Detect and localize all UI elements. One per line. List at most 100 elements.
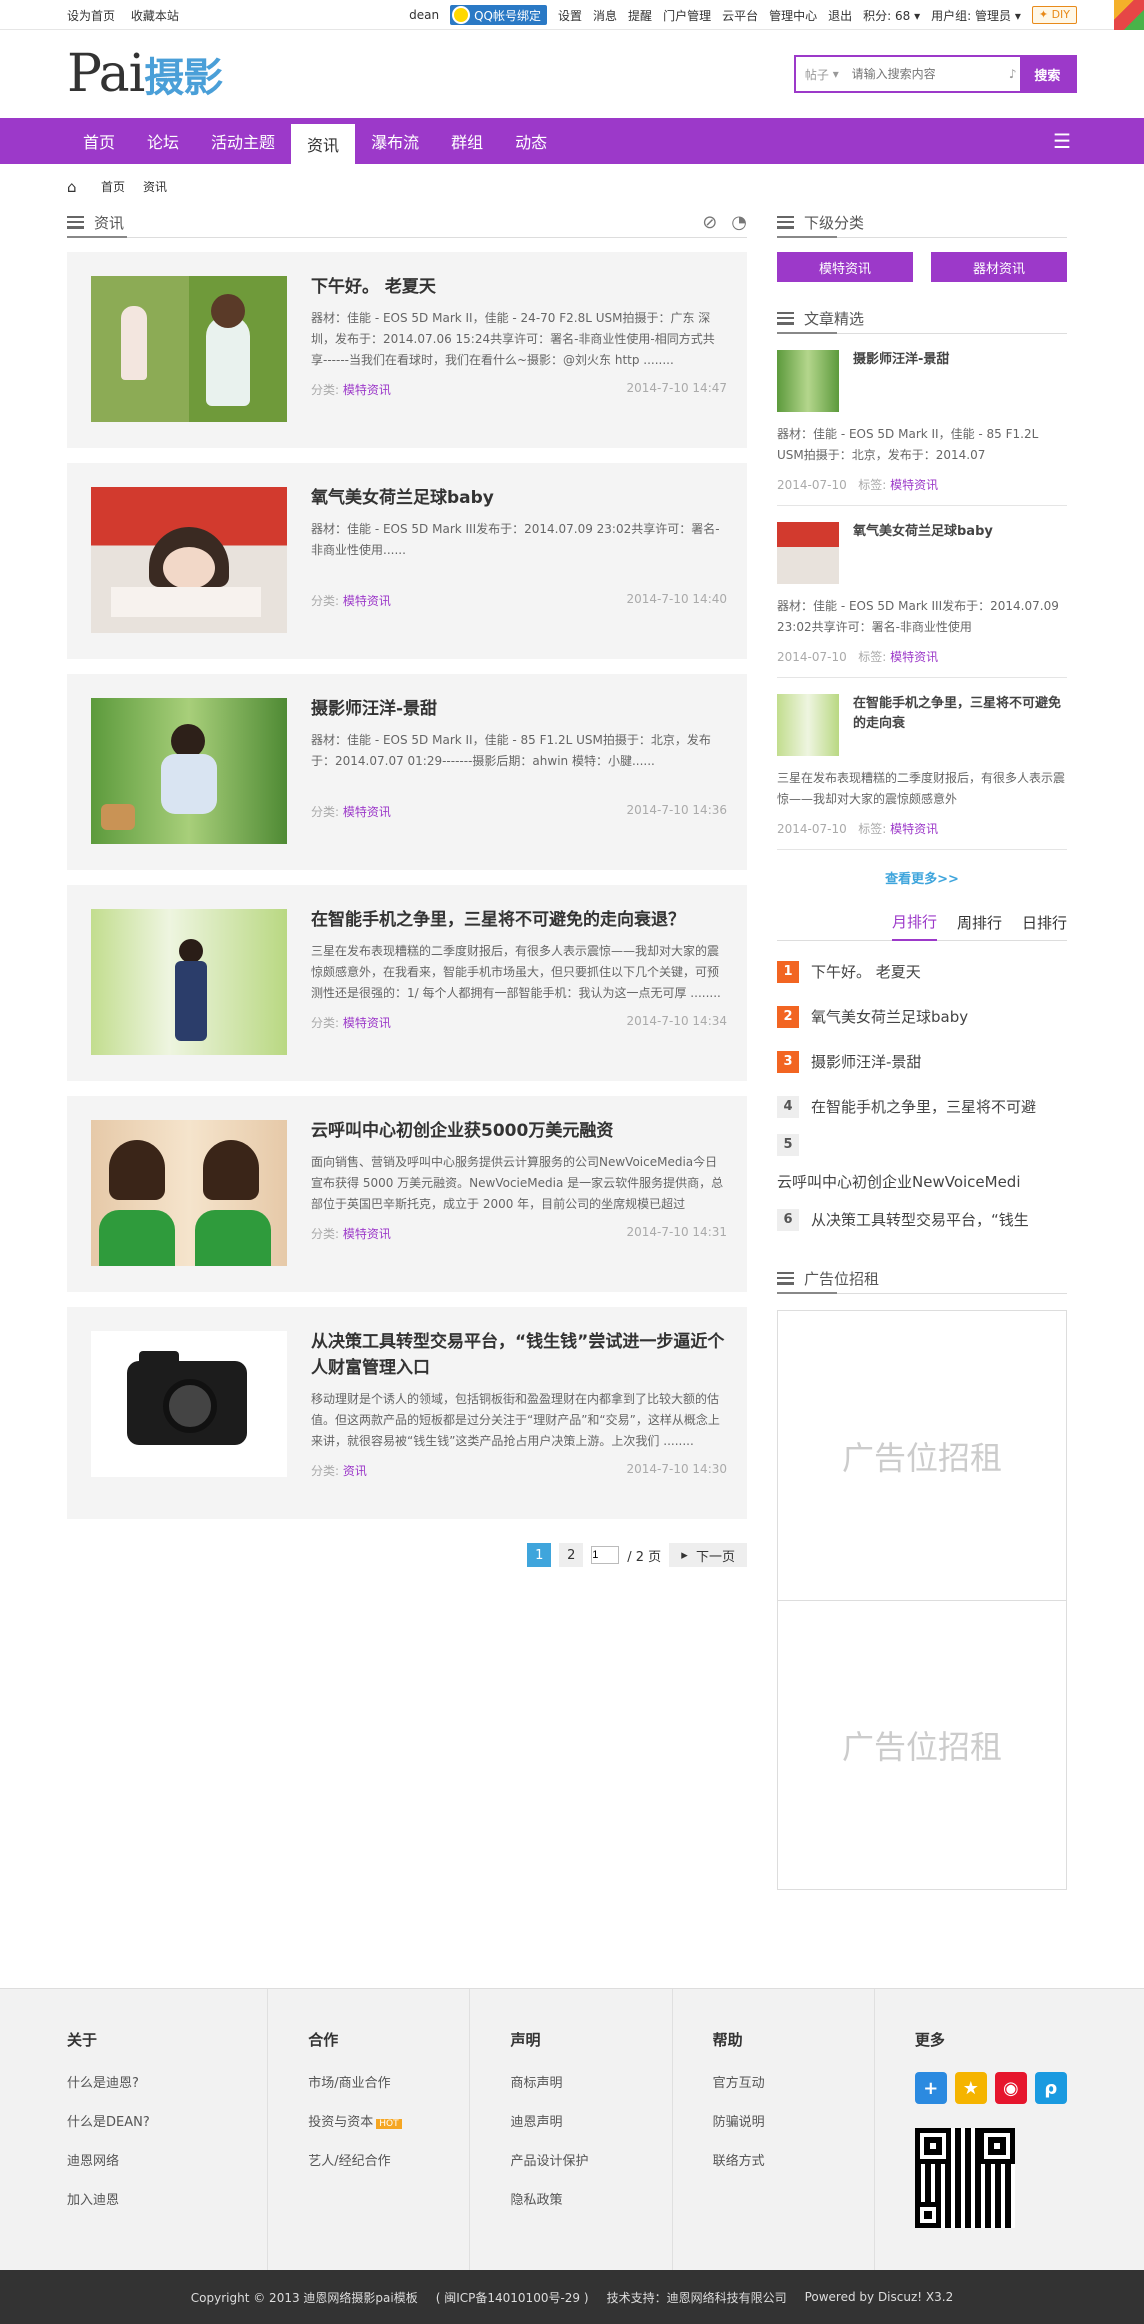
menu-icon[interactable]: ☰ — [1053, 118, 1077, 164]
set-homepage-link[interactable]: 设为首页 — [67, 9, 115, 23]
rss-icon[interactable]: ◔ — [731, 212, 747, 233]
nav-item-home[interactable]: 首页 — [67, 118, 131, 164]
breadcrumb-home[interactable]: 首页 — [101, 178, 125, 195]
color-switch-icon[interactable] — [1114, 0, 1144, 30]
admin-center-link[interactable]: 管理中心 — [769, 7, 817, 24]
list-item[interactable]: 5 云呼叫中心初创企业NewVoiceMedi — [777, 1129, 1067, 1197]
post-category[interactable]: 模特资讯 — [343, 1225, 391, 1242]
list-item[interactable]: 2 氧气美女荷兰足球baby — [777, 994, 1067, 1039]
weibo-icon[interactable]: ◉ — [994, 2072, 1027, 2104]
featured-tag[interactable]: 模特资讯 — [890, 822, 938, 836]
portal-admin-link[interactable]: 门户管理 — [663, 7, 711, 24]
post-title[interactable]: 云呼叫中心初创企业获5000万美元融资 — [311, 1118, 727, 1144]
messages-link[interactable]: 消息 — [593, 7, 617, 24]
footer-link[interactable]: 艺人/经纪合作 — [308, 2150, 469, 2169]
post-title[interactable]: 在智能手机之争里，三星将不可避免的走向衰退？ — [311, 907, 727, 933]
bookmark-link[interactable]: 收藏本站 — [131, 9, 179, 23]
subcat-model-news[interactable]: 模特资讯 — [777, 252, 913, 282]
footer-link[interactable]: 商标声明 — [510, 2072, 671, 2091]
nav-item-waterfall[interactable]: 瀑布流 — [355, 118, 435, 164]
username-link[interactable]: dean — [409, 8, 439, 22]
nav-item-events[interactable]: 活动主题 — [195, 118, 291, 164]
page-1[interactable]: 1 — [527, 1543, 552, 1567]
view-more-link[interactable]: 查看更多>> — [777, 850, 1067, 905]
featured-tag[interactable]: 模特资讯 — [890, 478, 938, 492]
subcat-gear-news[interactable]: 器材资讯 — [931, 252, 1067, 282]
category-label: 分类: — [311, 1016, 340, 1030]
search-type-select[interactable]: 帖子 ▾ — [796, 57, 848, 91]
page-2[interactable]: 2 — [559, 1543, 584, 1567]
ad-slot[interactable]: 广告位招租 — [778, 1600, 1066, 1889]
post-category[interactable]: 模特资讯 — [343, 803, 391, 820]
post-thumbnail[interactable] — [91, 1331, 287, 1477]
post-title[interactable]: 下午好。 老夏天 — [311, 274, 727, 300]
qq-bind-button[interactable]: QQ帐号绑定 — [450, 5, 548, 25]
post-category[interactable]: 模特资讯 — [343, 381, 391, 398]
post-category[interactable]: 模特资讯 — [343, 1014, 391, 1031]
list-item[interactable]: 3 摄影师汪洋-景甜 — [777, 1039, 1067, 1084]
post-category[interactable]: 资讯 — [343, 1462, 367, 1479]
featured-tag[interactable]: 模特资讯 — [890, 650, 938, 664]
tab-daily[interactable]: 日排行 — [1022, 912, 1067, 933]
post-thumbnail[interactable] — [91, 909, 287, 1055]
footer-link[interactable]: 加入迪恩 — [67, 2189, 267, 2208]
points-menu[interactable]: 积分: 68 ▾ — [863, 7, 920, 24]
footer-link[interactable]: 产品设计保护 — [510, 2150, 671, 2169]
footer-link[interactable]: 防骗说明 — [713, 2111, 874, 2130]
list-item[interactable]: 6 从决策工具转型交易平台，“钱生 — [777, 1197, 1067, 1242]
featured-title[interactable]: 氧气美女荷兰足球baby — [853, 522, 993, 584]
post-thumbnail[interactable] — [91, 698, 287, 844]
home-icon[interactable]: ⌂ — [67, 178, 83, 196]
logout-link[interactable]: 退出 — [828, 7, 852, 24]
tab-monthly[interactable]: 月排行 — [891, 905, 937, 941]
list-item[interactable]: 1 下午好。 老夏天 — [777, 949, 1067, 994]
ad-slot[interactable]: 广告位招租 — [778, 1311, 1066, 1600]
featured-thumbnail[interactable] — [777, 350, 839, 412]
nav-item-news[interactable]: 资讯 — [291, 124, 356, 164]
qzone-star-icon[interactable]: ★ — [954, 2072, 987, 2104]
search-button[interactable]: 搜索 — [1019, 57, 1075, 91]
compass-icon[interactable]: ⊘ — [702, 212, 717, 233]
list-item[interactable]: 4 在智能手机之争里，三星将不可避 — [777, 1084, 1067, 1129]
post-thumbnail[interactable] — [91, 1120, 287, 1266]
post-thumbnail[interactable] — [91, 276, 287, 422]
footer-link[interactable]: 联络方式 — [713, 2150, 874, 2169]
user-group-menu[interactable]: 用户组: 管理员 ▾ — [931, 7, 1021, 24]
footer-link[interactable]: 投资与资本 HOT — [308, 2111, 469, 2130]
nav-item-forum[interactable]: 论坛 — [131, 118, 195, 164]
post-title[interactable]: 摄影师汪洋-景甜 — [311, 696, 727, 722]
featured-thumbnail[interactable] — [777, 522, 839, 584]
tab-weekly[interactable]: 周排行 — [957, 912, 1002, 933]
post-title[interactable]: 从决策工具转型交易平台，“钱生钱”尝试进一步逼近个人财富管理入口 — [311, 1329, 727, 1381]
diy-button[interactable]: ✦ DIY — [1031, 6, 1077, 24]
microphone-icon[interactable]: ♪ — [1006, 57, 1020, 91]
cloud-platform-link[interactable]: 云平台 — [722, 7, 758, 24]
footer-link[interactable]: 官方互动 — [713, 2072, 874, 2091]
icp-link[interactable]: ( 闽ICP备14010100号-29 ) — [436, 2289, 589, 2306]
settings-link[interactable]: 设置 — [558, 7, 582, 24]
tencent-weibo-icon[interactable]: ρ — [1034, 2072, 1067, 2104]
nav-item-groups[interactable]: 群组 — [435, 118, 499, 164]
featured-title[interactable]: 摄影师汪洋-景甜 — [853, 350, 949, 412]
post-thumbnail[interactable] — [91, 487, 287, 633]
footer-link[interactable]: 什么是迪恩? — [67, 2072, 267, 2091]
list-icon — [777, 1272, 794, 1285]
featured-title[interactable]: 在智能手机之争里，三星将不可避免的走向衰 — [853, 694, 1067, 756]
site-logo[interactable]: Pai摄影 — [67, 48, 223, 100]
notifications-link[interactable]: 提醒 — [628, 7, 652, 24]
page-jump-input[interactable] — [591, 1546, 620, 1564]
footer-link[interactable]: 隐私政策 — [510, 2189, 671, 2208]
post-category[interactable]: 模特资讯 — [343, 592, 391, 609]
next-page-button[interactable]: ▸ 下一页 — [669, 1543, 747, 1567]
nav-item-feed[interactable]: 动态 — [499, 118, 563, 164]
featured-thumbnail[interactable] — [777, 694, 839, 756]
footer-link[interactable]: 迪恩声明 — [510, 2111, 671, 2130]
search-input[interactable] — [847, 57, 1006, 91]
footer-link[interactable]: 市场/商业合作 — [308, 2072, 469, 2091]
post-title[interactable]: 氧气美女荷兰足球baby — [311, 485, 727, 511]
plus-share-icon[interactable]: + — [914, 2072, 947, 2104]
footer-link[interactable]: 迪恩网络 — [67, 2150, 267, 2169]
powered-by-link[interactable]: Powered by Discuz! X3.2 — [805, 2290, 954, 2304]
breadcrumb-news[interactable]: 资讯 — [143, 178, 167, 195]
footer-link[interactable]: 什么是DEAN? — [67, 2111, 267, 2130]
